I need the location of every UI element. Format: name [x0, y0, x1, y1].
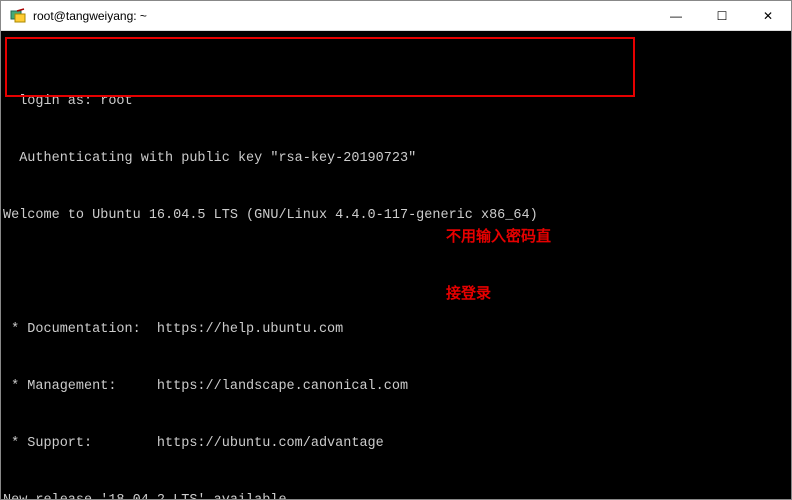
putty-window: root@tangweiyang: ~ — ☐ ✕ login as: root… [0, 0, 792, 500]
window-title: root@tangweiyang: ~ [33, 9, 653, 23]
terminal-line: login as: root [3, 92, 789, 111]
terminal-line: * Support: https://ubuntu.com/advantage [3, 434, 789, 453]
titlebar: root@tangweiyang: ~ — ☐ ✕ [1, 1, 791, 31]
terminal-line [3, 263, 789, 282]
annotation-line: 不用输入密码直 [446, 227, 551, 246]
terminal-line: * Documentation: https://help.ubuntu.com [3, 320, 789, 339]
terminal-line: * Management: https://landscape.canonica… [3, 377, 789, 396]
terminal-line: Authenticating with public key "rsa-key-… [3, 149, 789, 168]
terminal-area[interactable]: login as: root Authenticating with publi… [1, 31, 791, 499]
close-button[interactable]: ✕ [745, 1, 791, 30]
putty-icon [9, 7, 27, 25]
terminal-line: New release '18.04.2 LTS' available. [3, 491, 789, 499]
maximize-button[interactable]: ☐ [699, 1, 745, 30]
terminal-line: Welcome to Ubuntu 16.04.5 LTS (GNU/Linux… [3, 206, 789, 225]
minimize-button[interactable]: — [653, 1, 699, 30]
highlight-box [5, 37, 635, 97]
window-buttons: — ☐ ✕ [653, 1, 791, 30]
annotation-line: 接登录 [446, 284, 551, 303]
